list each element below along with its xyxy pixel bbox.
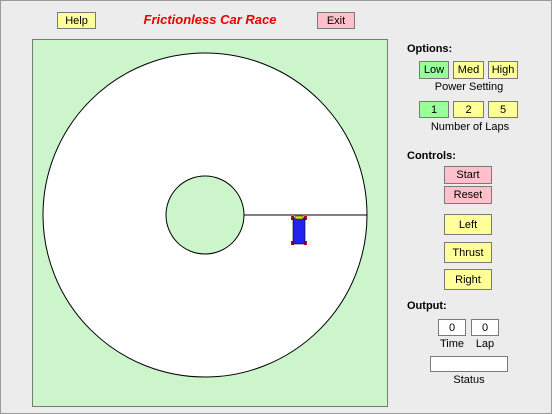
right-button[interactable]: Right (444, 269, 492, 290)
lap-display: 0 (471, 319, 499, 336)
lap-caption: Lap (475, 338, 495, 350)
laps-1-button[interactable]: 1 (419, 101, 449, 118)
power-med-button[interactable]: Med (453, 61, 484, 79)
reset-button[interactable]: Reset (444, 186, 492, 204)
page-title: Frictionless Car Race (143, 12, 277, 27)
status-display (430, 356, 508, 372)
race-car (291, 215, 307, 245)
time-caption: Time (439, 338, 465, 350)
laps-2-button[interactable]: 2 (453, 101, 484, 118)
status-caption: Status (453, 374, 485, 386)
thrust-button[interactable]: Thrust (444, 242, 492, 263)
laps-5-button[interactable]: 5 (488, 101, 518, 118)
start-button[interactable]: Start (444, 166, 492, 184)
race-track-field[interactable] (32, 39, 388, 407)
power-high-button[interactable]: High (488, 61, 518, 79)
time-display: 0 (438, 319, 466, 336)
options-heading: Options: (407, 43, 453, 55)
exit-button[interactable]: Exit (317, 12, 355, 29)
inner-track-island (165, 175, 245, 255)
car-front-bumper (294, 215, 304, 220)
laps-caption: Number of Laps (430, 121, 510, 133)
car-body (292, 217, 306, 245)
power-setting-caption: Power Setting (434, 81, 504, 93)
controls-heading: Controls: (407, 150, 456, 162)
help-button[interactable]: Help (57, 12, 96, 29)
power-low-button[interactable]: Low (419, 61, 449, 79)
output-heading: Output: (407, 300, 447, 312)
left-button[interactable]: Left (444, 214, 492, 235)
